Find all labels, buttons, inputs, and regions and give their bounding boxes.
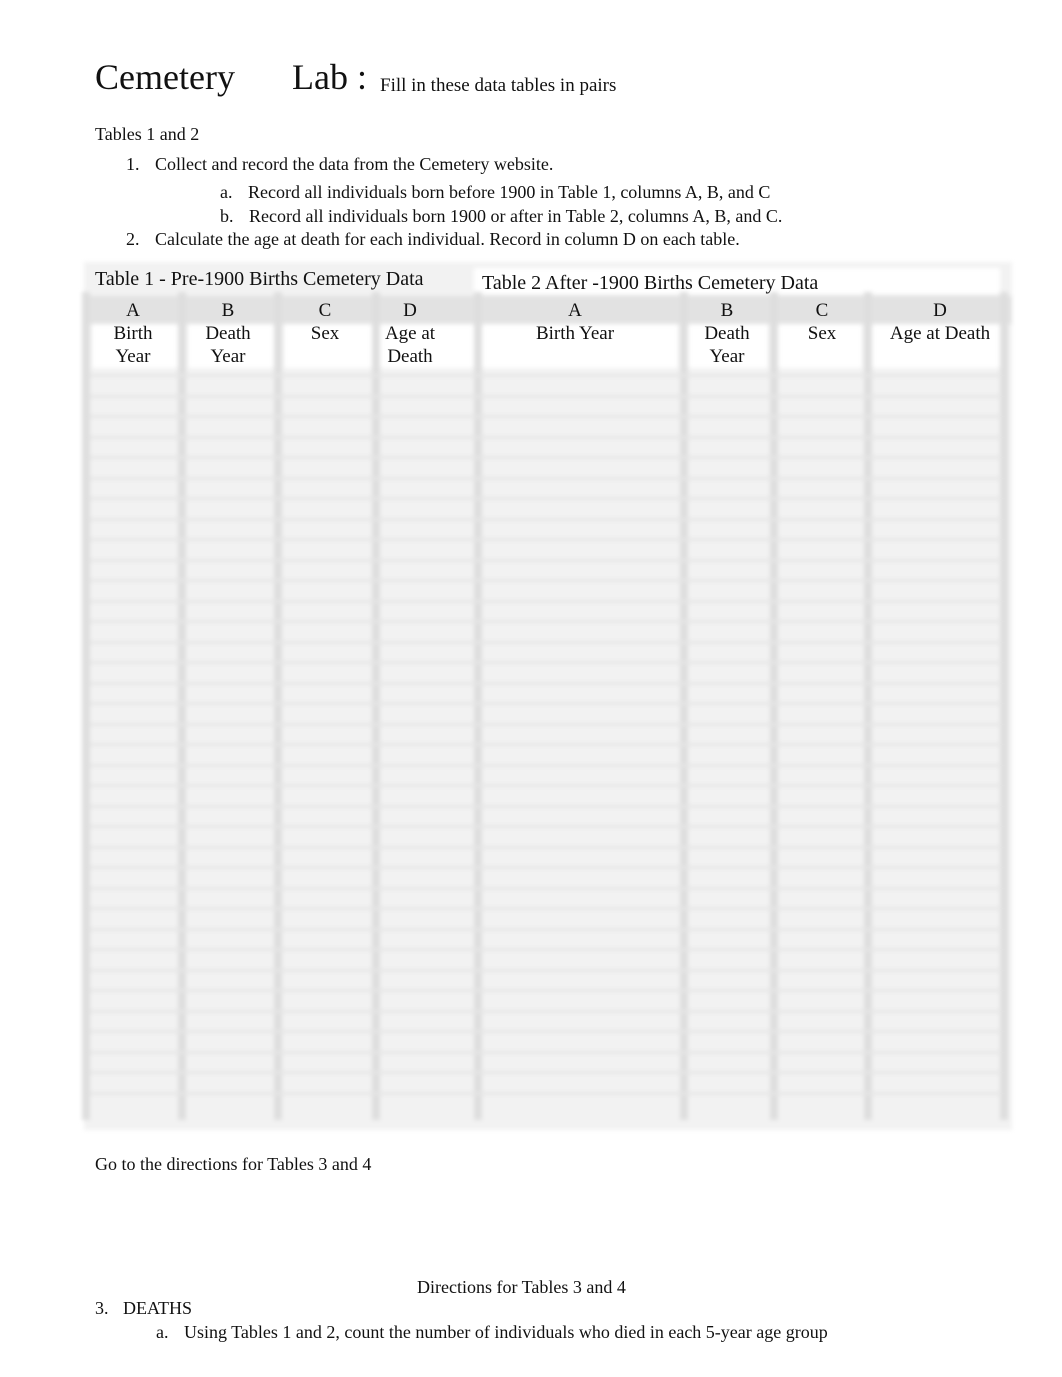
col-label-line2: Year xyxy=(709,346,745,367)
table-2-col-a: A Birth Year xyxy=(475,299,675,345)
table-1-col-c: C Sex xyxy=(285,299,365,345)
table-1-col-b: B Death Year xyxy=(188,299,268,368)
col-letter: C xyxy=(318,300,332,321)
col-label-line1: Death xyxy=(205,323,251,344)
table-1-title: Table 1 - Pre-1900 Births Cemetery Data xyxy=(95,268,424,290)
grid-row-line xyxy=(90,845,1002,849)
grid-row-line xyxy=(90,866,1002,869)
instruction-1b-text: Record all individuals born 1900 or afte… xyxy=(249,206,783,226)
grid-row-line xyxy=(90,763,1002,767)
col-letter: D xyxy=(403,300,417,321)
table-2-col-b: B Death Year xyxy=(687,299,767,368)
grid-row-line xyxy=(90,968,1002,972)
title-cemetery: Cemetery xyxy=(95,57,235,97)
grid-row-line xyxy=(90,989,1002,992)
section-label: Tables 1 and 2 xyxy=(95,124,200,144)
deaths-step-text: Using Tables 1 and 2, count the number o… xyxy=(184,1322,828,1342)
grid-row-line xyxy=(90,476,1002,480)
grid-row-line xyxy=(90,702,1002,705)
grid-row-line xyxy=(90,374,1002,377)
col-letter: C xyxy=(815,300,829,321)
grid-row-line xyxy=(90,948,1002,951)
table-2-title: Table 2 After -1900 Births Cemetery Data xyxy=(482,272,819,294)
instruction-2-num: 2. xyxy=(126,229,140,249)
col-label-line1: Age at xyxy=(384,323,436,344)
table-2-col-d: D Age at Death xyxy=(875,299,1005,345)
grid-row-line xyxy=(90,784,1002,787)
data-tables-grid xyxy=(82,262,1012,1130)
col-letter: B xyxy=(720,300,734,321)
grid-row-line xyxy=(90,661,1002,664)
grid-row-line xyxy=(90,640,1002,644)
grid-row-line xyxy=(90,394,1002,398)
instruction-1a-text: Record all individuals born before 1900 … xyxy=(248,182,771,202)
instruction-2-text: Calculate the age at death for each indi… xyxy=(155,229,740,249)
grid-row-line xyxy=(90,743,1002,746)
grid-row-line xyxy=(90,927,1002,931)
grid-row-line xyxy=(90,558,1002,562)
col-label-line1: Sex xyxy=(310,323,340,344)
col-label-line1: Age at Death xyxy=(889,323,991,344)
deaths-label: DEATHS xyxy=(123,1298,193,1318)
instruction-1-text: Collect and record the data from the Cem… xyxy=(155,154,554,174)
instruction-1a-num: a. xyxy=(220,182,233,202)
grid-row-line xyxy=(90,722,1002,726)
deaths-num: 3. xyxy=(95,1298,109,1318)
col-label-line2: Death xyxy=(387,346,433,367)
table-1-col-d: D Age at Death xyxy=(370,299,450,368)
grid-row-line xyxy=(90,1071,1002,1074)
grid-column-divider xyxy=(82,292,90,1120)
table-2-col-c: C Sex xyxy=(782,299,862,345)
grid-row-line xyxy=(90,1091,1002,1095)
col-letter: A xyxy=(568,300,582,321)
col-label-line1: Birth xyxy=(113,323,153,344)
grid-row-line xyxy=(90,886,1002,890)
col-label-line2: Year xyxy=(115,346,151,367)
table-1-col-a: A Birth Year xyxy=(93,299,173,368)
grid-row-line xyxy=(90,497,1002,500)
grid-row-line xyxy=(90,1009,1002,1013)
col-label-line2: Year xyxy=(210,346,246,367)
col-label-line1: Death xyxy=(704,323,750,344)
grid-row-line xyxy=(90,907,1002,910)
col-letter: B xyxy=(221,300,235,321)
grid-row-line xyxy=(90,599,1002,603)
subtitle: Fill in these data tables in pairs xyxy=(380,75,617,96)
grid-row-line xyxy=(90,435,1002,439)
grid-row-line xyxy=(90,620,1002,623)
grid-row-line xyxy=(90,1030,1002,1033)
grid-row-line xyxy=(90,456,1002,459)
grid-row-line xyxy=(90,579,1002,582)
deaths-step-num: a. xyxy=(156,1322,169,1342)
grid-row-line xyxy=(90,681,1002,685)
col-letter: A xyxy=(126,300,140,321)
grid-row-line xyxy=(90,1050,1002,1054)
footer-note: Go to the directions for Tables 3 and 4 xyxy=(95,1154,372,1174)
grid-row-line xyxy=(90,825,1002,828)
grid-row-line xyxy=(90,804,1002,808)
col-letter: D xyxy=(933,300,947,321)
instruction-1b-num: b. xyxy=(220,206,234,226)
col-label-line1: Sex xyxy=(807,323,837,344)
directions-heading: Directions for Tables 3 and 4 xyxy=(417,1277,626,1297)
title-lab: Lab : xyxy=(292,57,367,97)
col-label-line1: Birth Year xyxy=(535,323,615,344)
grid-row-line xyxy=(90,538,1002,541)
grid-row-line xyxy=(90,415,1002,418)
instruction-1-num: 1. xyxy=(126,154,140,174)
grid-row-line xyxy=(90,517,1002,521)
